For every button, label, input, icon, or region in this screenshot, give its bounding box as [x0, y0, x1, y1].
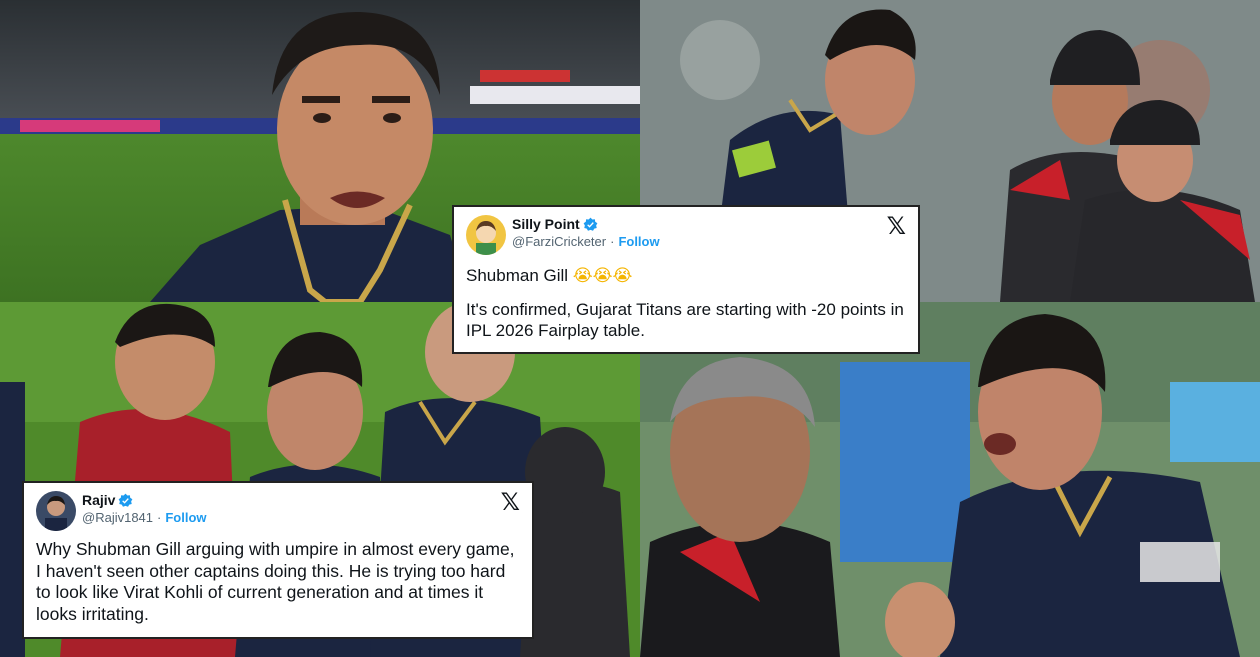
separator: ·: [157, 510, 162, 525]
verified-badge-icon: [119, 493, 133, 507]
avatar[interactable]: [466, 215, 506, 255]
follow-button[interactable]: Follow: [618, 234, 659, 249]
tweet-header: Silly Point @FarziCricketer · Follow 𝕏: [466, 214, 906, 255]
tweet-text: Shubman Gill: [466, 266, 569, 285]
photo-player-arguing: [640, 302, 1260, 657]
crying-emoji: 😭😭😭: [572, 266, 633, 286]
display-name[interactable]: Silly Point: [512, 216, 580, 233]
tweet-body: Why Shubman Gill arguing with umpire in …: [36, 539, 520, 625]
tweet-body: Shubman Gill 😭😭😭 It's confirmed, Gujarat…: [466, 265, 906, 341]
avatar[interactable]: [36, 491, 76, 531]
tweet-text: Why Shubman Gill arguing with umpire in …: [36, 539, 515, 624]
display-name[interactable]: Rajiv: [82, 492, 115, 509]
verified-badge-icon: [583, 217, 598, 231]
follow-button[interactable]: Follow: [165, 510, 206, 525]
tweet-header: Rajiv @Rajiv1841 · Follow 𝕏: [36, 490, 520, 531]
handle[interactable]: @Rajiv1841: [82, 510, 153, 525]
tweet-card: Silly Point @FarziCricketer · Follow 𝕏 Shu…: [452, 205, 920, 354]
separator: ·: [610, 234, 615, 249]
tweet-card: Rajiv @Rajiv1841 · Follow 𝕏 Why Shubman Gi…: [22, 481, 534, 639]
handle[interactable]: @FarziCricketer: [512, 234, 606, 249]
x-logo-icon[interactable]: 𝕏: [887, 214, 906, 238]
tweet-text: It's confirmed, Gujarat Titans are start…: [466, 300, 904, 340]
x-logo-icon[interactable]: 𝕏: [501, 490, 520, 514]
